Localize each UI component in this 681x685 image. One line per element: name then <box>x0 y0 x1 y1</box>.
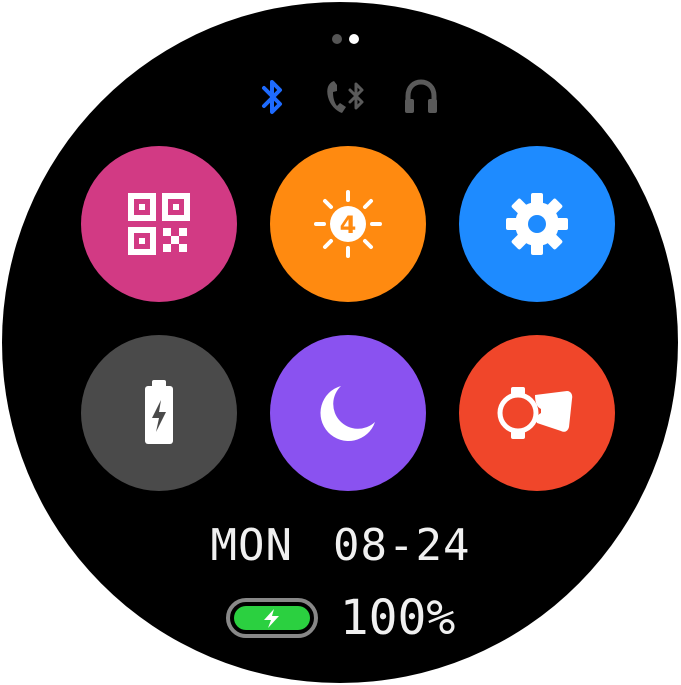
moon-icon <box>320 386 375 441</box>
settings-button[interactable] <box>459 146 615 302</box>
gear-icon <box>506 193 568 255</box>
bluetooth-call-icon <box>322 76 374 118</box>
headphones-icon <box>400 76 442 118</box>
battery-charging-icon <box>145 380 173 444</box>
battery-level-icon <box>225 598 318 638</box>
find-phone-icon <box>497 387 573 439</box>
date-label: 08-24 <box>333 520 471 571</box>
date-display: MON 08-24 <box>0 520 681 571</box>
battery-percent: 100% <box>339 590 456 646</box>
qr-code-button[interactable] <box>81 146 237 302</box>
find-phone-button[interactable] <box>459 335 615 491</box>
bluetooth-icon <box>254 76 290 118</box>
brightness-button[interactable]: 4 <box>270 146 426 302</box>
page-dot-1 <box>332 34 342 44</box>
battery-status: 100% <box>0 590 681 646</box>
qr-code-icon <box>128 193 190 255</box>
weekday-label: MON <box>210 520 294 571</box>
brightness-icon: 4 <box>314 190 382 258</box>
brightness-level: 4 <box>340 211 357 239</box>
do-not-disturb-button[interactable] <box>270 335 426 491</box>
page-dot-2 <box>349 34 359 44</box>
power-saving-button[interactable] <box>81 335 237 491</box>
